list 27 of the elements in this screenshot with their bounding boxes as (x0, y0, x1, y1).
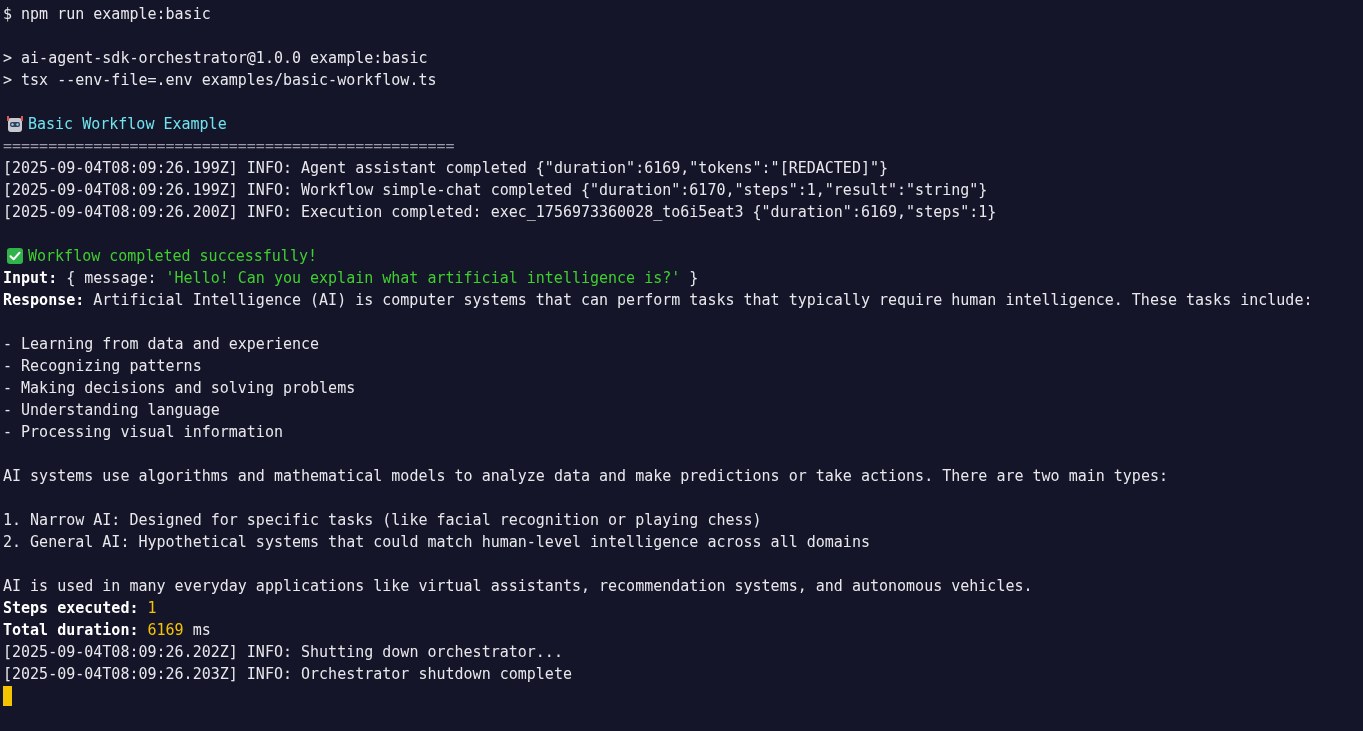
output-heading: Basic Workflow Example (28, 114, 227, 135)
terminal-line: AI is used in many everyday applications like virtual assistants, recommendation systems, and autonomous vehicles. (3, 576, 1033, 597)
terminal-line: - Learning from data and experience (3, 334, 320, 355)
separator-line: ================================================== (3, 136, 455, 157)
terminal-line: Input: { message: 'Hello! Can you explain what artificial intelligence is?' } (3, 268, 699, 289)
terminal-line: AI systems use algorithms and mathematical models to analyze data and make predictions or take actions. There are two main types: (3, 466, 1168, 487)
terminal-line: [2025-09-04T08:09:26.199Z] INFO: Agent assistant completed {"duration":6169,"tokens":"[REDACTED]"} (3, 158, 888, 179)
terminal-line: Steps executed: 1 (3, 598, 157, 619)
checkmark-icon (6, 247, 24, 265)
terminal-line: - Understanding language (3, 400, 220, 421)
terminal-line: - Recognizing patterns (3, 356, 202, 377)
terminal-line: 1. Narrow AI: Designed for specific tasks (like facial recognition or playing chess) (3, 510, 762, 531)
robot-icon (6, 115, 24, 133)
terminal-line: [2025-09-04T08:09:26.203Z] INFO: Orchestrator shutdown complete (3, 664, 572, 685)
terminal-line: Response: Artificial Intelligence (AI) is computer systems that can perform tasks that typically require human intelligence. These tasks include: (3, 290, 1313, 311)
terminal-line: [2025-09-04T08:09:26.202Z] INFO: Shutting down orchestrator... (3, 642, 563, 663)
success-message: Workflow completed successfully! (28, 246, 317, 267)
terminal-line: 2. General AI: Hypothetical systems that could match human-level intelligence across all domains (3, 532, 870, 553)
terminal-line: [2025-09-04T08:09:26.200Z] INFO: Execution completed: exec_1756973360028_to6i5eat3 {"duration":6169,"steps":1} (3, 202, 997, 223)
terminal-line: $ npm run example:basic (3, 4, 211, 25)
terminal-line: > tsx --env-file=.env examples/basic-workflow.ts (3, 70, 437, 91)
terminal-line: - Making decisions and solving problems (3, 378, 356, 399)
terminal-line: Total duration: 6169 ms (3, 620, 211, 641)
terminal-line: [2025-09-04T08:09:26.199Z] INFO: Workflow simple-chat completed {"duration":6170,"steps":1,"result":"string"} (3, 180, 988, 201)
text-cursor (3, 686, 12, 706)
terminal-line: - Processing visual information (3, 422, 283, 443)
terminal-line: > ai-agent-sdk-orchestrator@1.0.0 example:basic (3, 48, 428, 69)
